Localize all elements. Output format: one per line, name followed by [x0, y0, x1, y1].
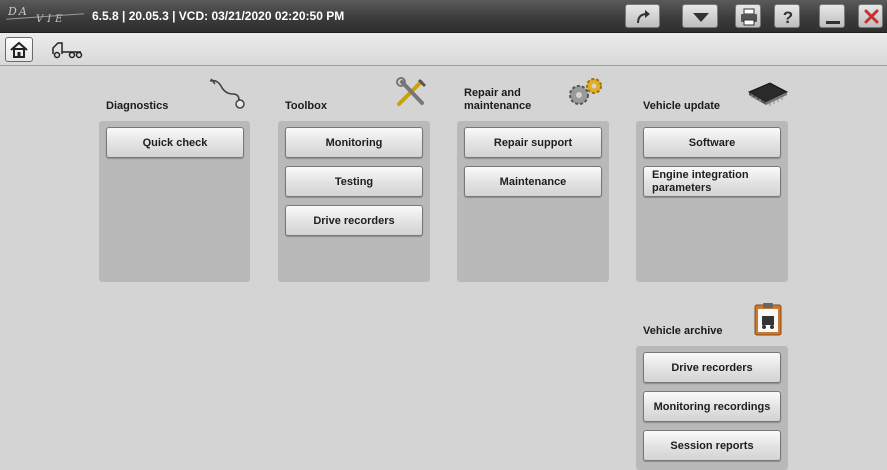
archive-drive-recorders-button[interactable]: Drive recorders	[643, 352, 781, 383]
repair-maintenance-panel: Repair support Maintenance	[457, 121, 609, 282]
dropdown-button[interactable]	[682, 4, 718, 28]
diagnostics-title: Diagnostics	[106, 100, 169, 112]
home-button[interactable]	[5, 37, 33, 62]
chip-icon	[747, 82, 789, 106]
navigation-bar	[0, 33, 887, 66]
home-icon	[10, 41, 28, 58]
session-reports-button[interactable]: Session reports	[643, 430, 781, 461]
help-button[interactable]: ?	[774, 4, 800, 28]
toolbox-panel: Monitoring Testing Drive recorders	[278, 121, 430, 282]
testing-button[interactable]: Testing	[285, 166, 423, 197]
monitoring-recordings-button[interactable]: Monitoring recordings	[643, 391, 781, 422]
vehicle-icon[interactable]	[50, 40, 84, 60]
vehicle-update-title: Vehicle update	[643, 100, 721, 112]
logo-text-bottom: VIE	[36, 14, 67, 25]
minimize-button[interactable]	[819, 4, 845, 28]
redo-arrow-icon	[637, 10, 650, 24]
repair-support-button[interactable]: Repair support	[464, 127, 602, 158]
maintenance-button[interactable]: Maintenance	[464, 166, 602, 197]
monitoring-button[interactable]: Monitoring	[285, 127, 423, 158]
software-button[interactable]: Software	[643, 127, 781, 158]
vehicle-archive-title: Vehicle archive	[643, 325, 723, 337]
engine-integration-parameters-button[interactable]: Engine integration parameters	[643, 166, 781, 197]
printer-icon	[741, 8, 757, 26]
close-button[interactable]	[858, 4, 883, 28]
question-mark-icon: ?	[783, 8, 793, 27]
clipboard-icon	[754, 303, 782, 336]
gears-icon	[569, 78, 602, 105]
redo-button[interactable]	[625, 4, 660, 28]
toolbox-drive-recorders-button[interactable]: Drive recorders	[285, 205, 423, 236]
tools-icon	[396, 77, 427, 106]
diagnostics-panel: Quick check	[99, 121, 250, 282]
vehicle-archive-panel: Drive recorders Monitoring recordings Se…	[636, 346, 788, 470]
toolbox-title: Toolbox	[285, 100, 327, 112]
logo-text-top: DA	[8, 5, 29, 18]
triangle-down-icon	[693, 13, 709, 22]
svg-text:?: ?	[783, 8, 793, 27]
close-icon	[864, 9, 879, 24]
quick-check-button[interactable]: Quick check	[106, 127, 244, 158]
minimize-icon	[826, 21, 840, 24]
version-info: 6.5.8 | 20.05.3 | VCD: 03/21/2020 02:20:…	[92, 9, 345, 23]
vehicle-update-panel: Software Engine integration parameters	[636, 121, 788, 282]
repair-maintenance-title: Repair and maintenance	[464, 87, 532, 112]
print-button[interactable]	[735, 4, 761, 28]
stethoscope-icon	[209, 78, 245, 109]
app-logo: DA VIE	[6, 5, 86, 28]
title-bar: DA VIE 6.5.8 | 20.05.3 | VCD: 03/21/2020…	[0, 0, 887, 33]
